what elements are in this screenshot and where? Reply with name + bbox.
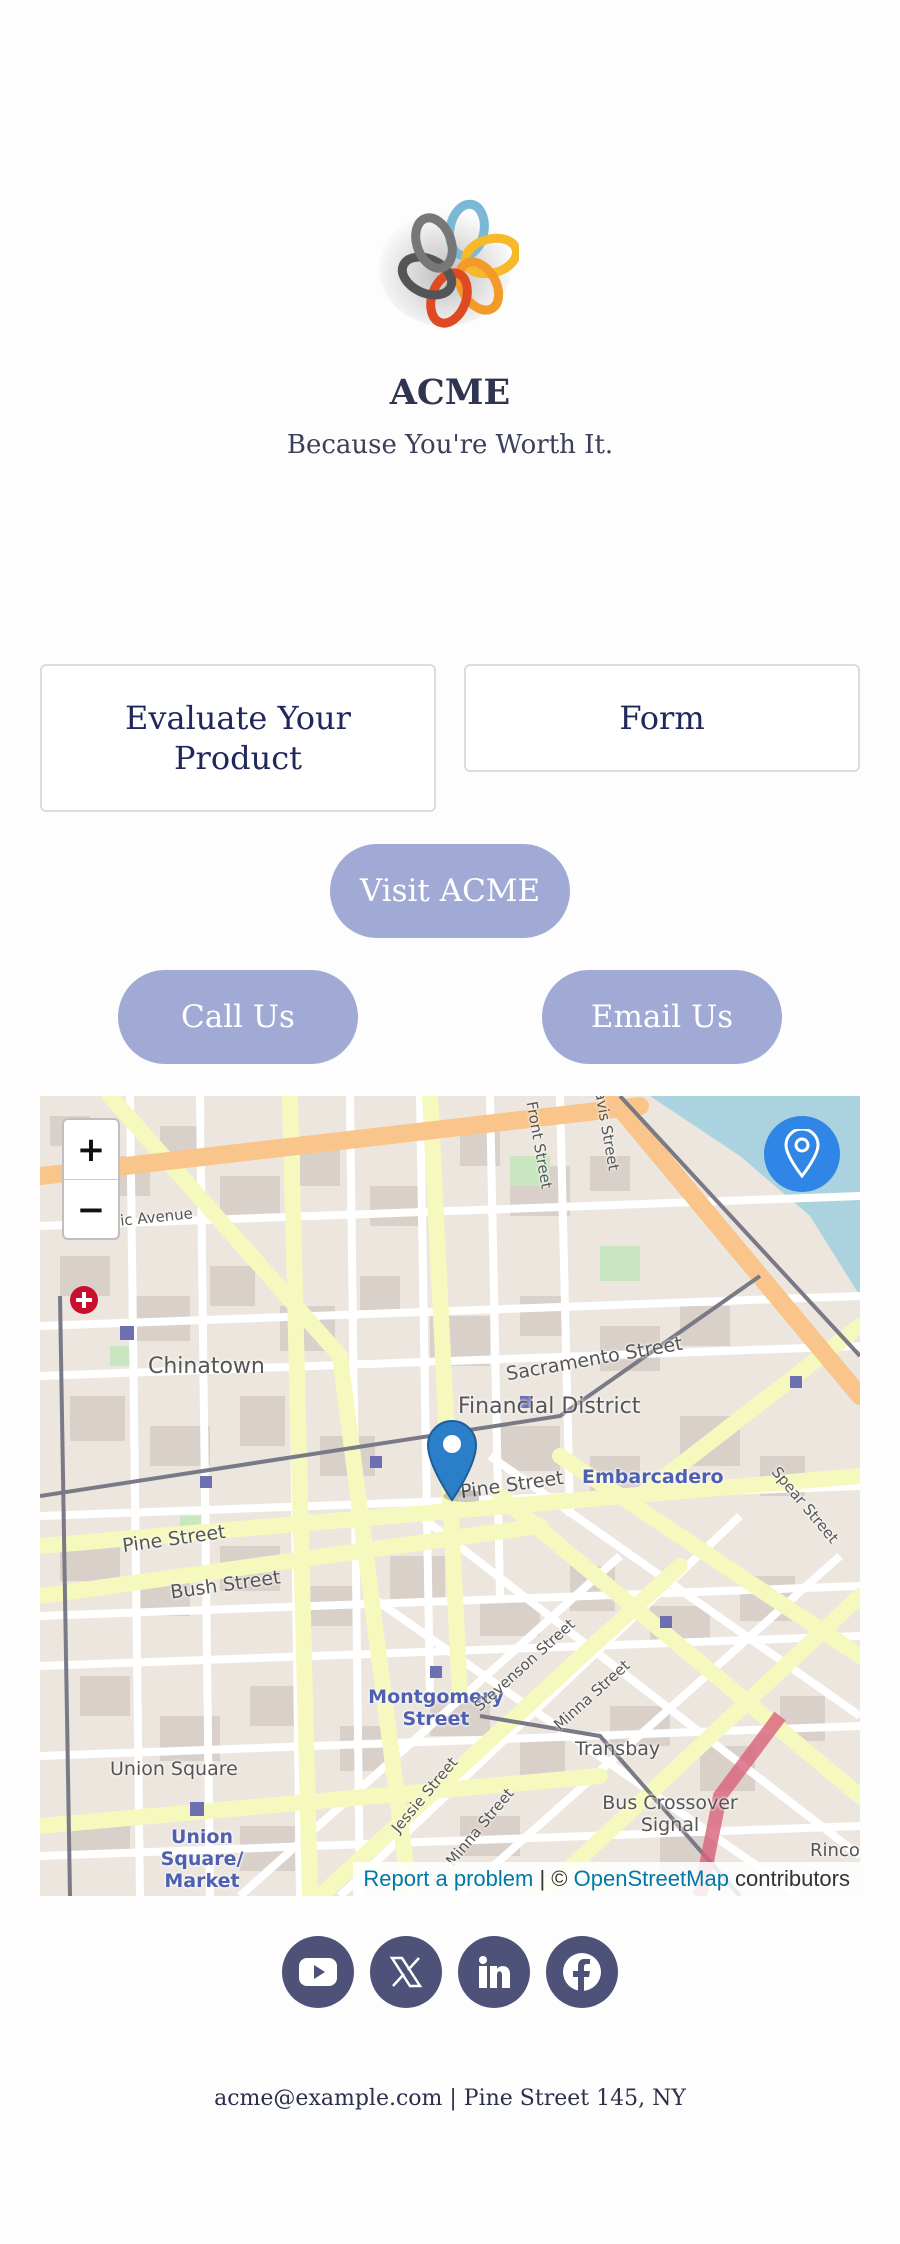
youtube-link[interactable] — [282, 1936, 354, 2008]
attribution-contributors: contributors — [728, 1866, 850, 1891]
youtube-icon — [299, 1958, 337, 1986]
report-problem-link[interactable]: Report a problem — [363, 1866, 533, 1891]
map-label-transbay: Transbay — [575, 1738, 661, 1760]
map-label-chinatown: Chinatown — [148, 1354, 265, 1379]
evaluate-product-label: Evaluate Your Product — [125, 699, 351, 777]
map[interactable]: Chinatown Financial District Sacramento … — [40, 1096, 860, 1896]
brand-tagline: Because You're Worth It. — [286, 430, 614, 460]
linkedin-link[interactable] — [458, 1936, 530, 2008]
zoom-in-button[interactable]: + — [64, 1120, 118, 1179]
form-label: Form — [619, 699, 705, 737]
map-label-embarcadero: Embarcadero — [582, 1466, 724, 1488]
footer-contact: acme@example.com | Pine Street 145, NY — [214, 2086, 686, 2111]
email-us-button[interactable]: Email Us — [542, 970, 782, 1064]
map-label-financial-district: Financial District — [458, 1394, 641, 1419]
map-attribution: Report a problem | © OpenStreetMap contr… — [353, 1862, 860, 1896]
facebook-link[interactable] — [546, 1936, 618, 2008]
map-label-union-square: Union Square — [110, 1758, 238, 1780]
call-us-button[interactable]: Call Us — [118, 970, 358, 1064]
form-card[interactable]: Form — [464, 664, 860, 772]
x-link[interactable] — [370, 1936, 442, 2008]
map-label-bus-crossover-signal: Bus Crossover Signal — [602, 1792, 738, 1836]
x-icon — [389, 1956, 423, 1988]
location-marker-icon[interactable] — [425, 1418, 479, 1502]
zoom-out-button[interactable]: − — [64, 1179, 118, 1239]
openstreetmap-link[interactable]: OpenStreetMap — [574, 1866, 729, 1891]
map-pin-icon — [784, 1129, 820, 1179]
zoom-control: + − — [62, 1118, 120, 1240]
attribution-separator: | © — [533, 1866, 574, 1891]
map-label-union-square-market: Union Square/ Market — [160, 1826, 244, 1892]
facebook-icon — [563, 1953, 601, 1993]
locate-button[interactable] — [764, 1116, 840, 1192]
map-label-rinco: Rinco — [810, 1840, 860, 1861]
brand-name: ACME — [389, 372, 511, 413]
evaluate-product-card[interactable]: Evaluate Your Product — [40, 664, 436, 812]
social-links — [0, 1936, 900, 2008]
acme-logo-icon — [379, 199, 519, 328]
visit-acme-button[interactable]: Visit ACME — [330, 844, 570, 938]
linkedin-icon — [479, 1956, 510, 1988]
